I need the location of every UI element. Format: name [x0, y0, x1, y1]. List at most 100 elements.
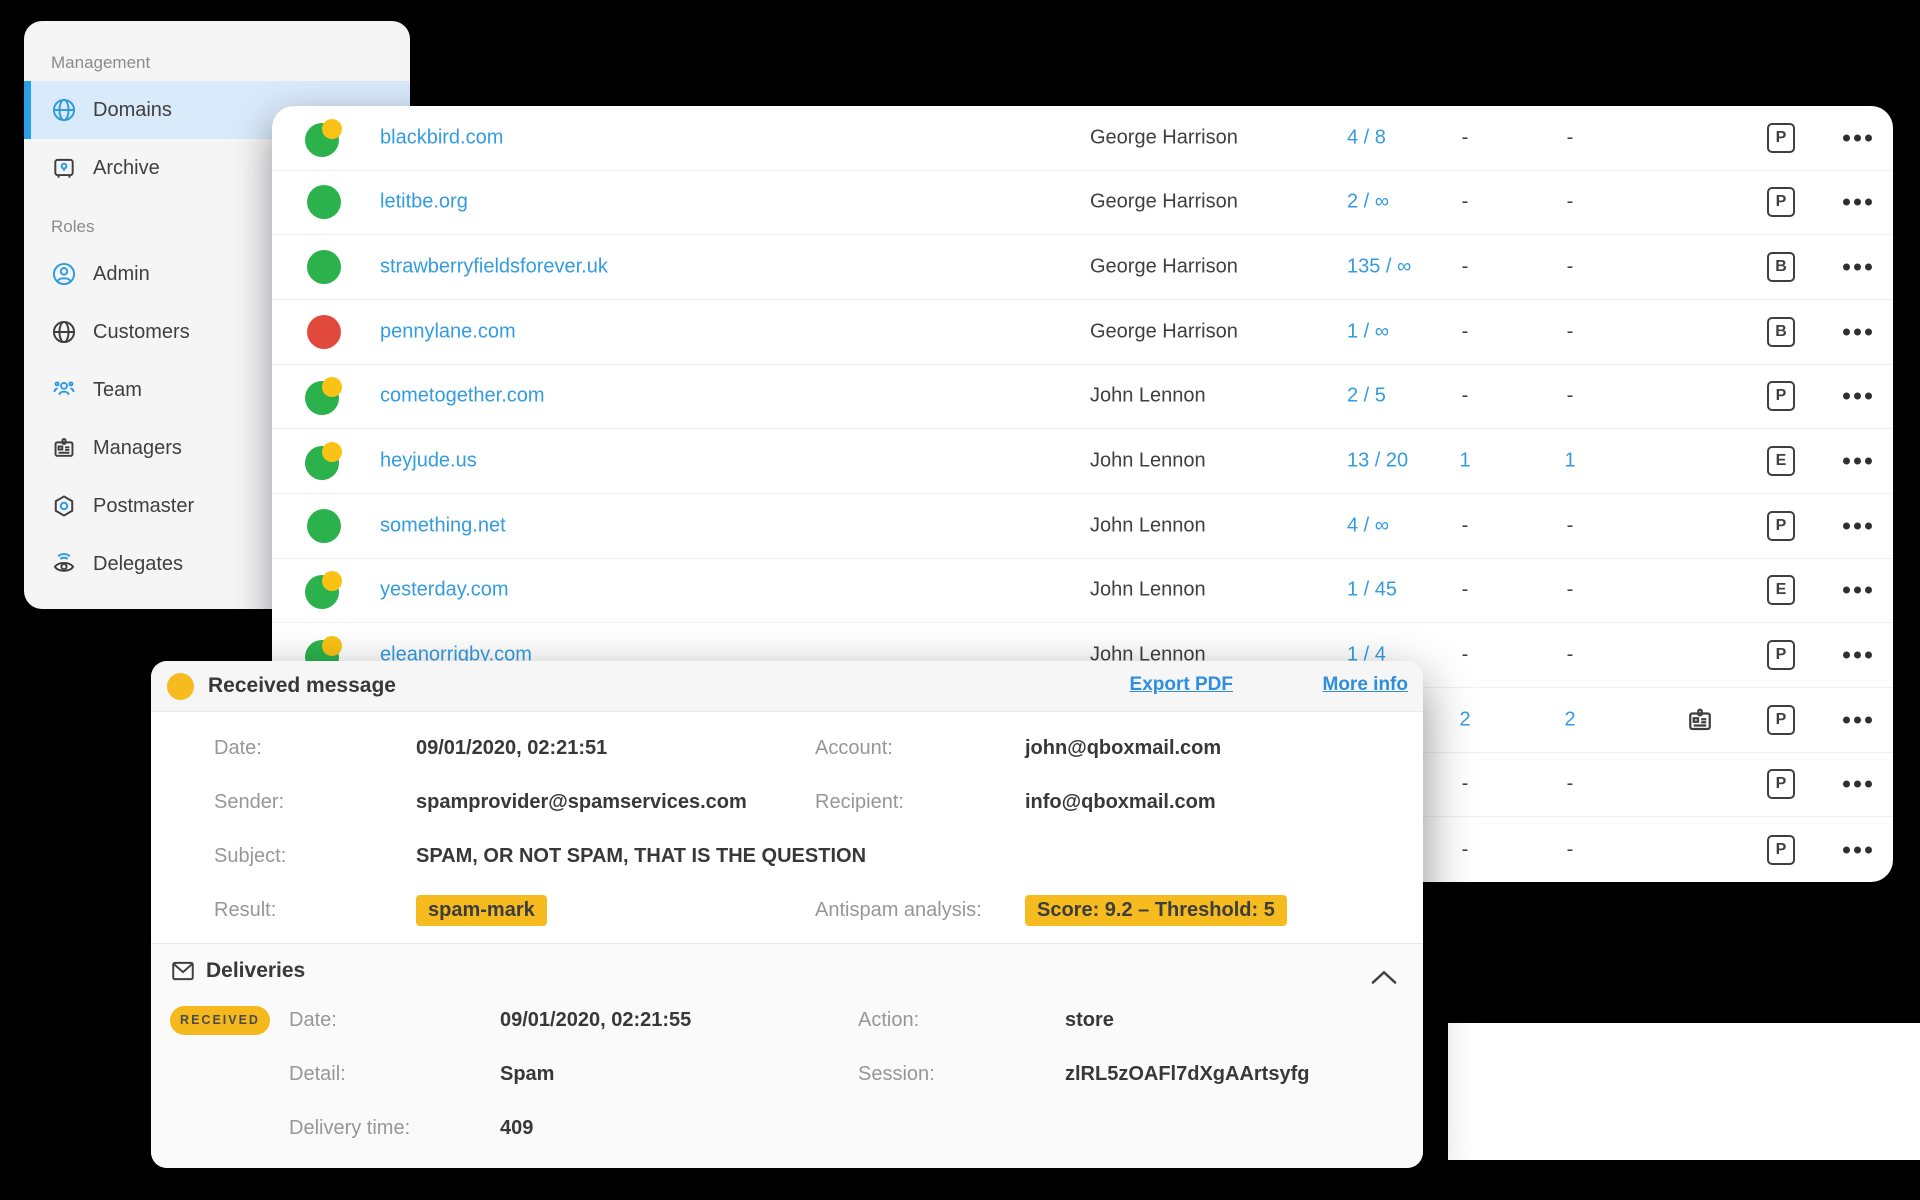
sidebar-item-label: Admin [93, 263, 150, 286]
row-menu-button[interactable] [1830, 264, 1884, 271]
delivery-label-2: Action: [858, 1009, 1065, 1032]
sidebar-item-label: Managers [93, 437, 182, 460]
count-column-2: - [1530, 644, 1610, 667]
chevron-up-icon[interactable] [1371, 964, 1397, 990]
plan-badge: B [1767, 252, 1795, 282]
count-column-1: - [1425, 773, 1505, 796]
count-column-2[interactable]: 2 [1530, 708, 1610, 731]
usage-count-link[interactable]: 135 / ∞ [1347, 256, 1411, 279]
row-menu-button[interactable] [1830, 458, 1884, 465]
count-column-1: - [1425, 644, 1505, 667]
row-menu-button[interactable] [1830, 716, 1884, 723]
domain-link[interactable]: cometogether.com [380, 385, 545, 408]
count-column-2: - [1530, 256, 1610, 279]
delivery-value-1: Spam [500, 1063, 858, 1086]
plan-badge: P [1767, 705, 1795, 735]
table-row: something.net John Lennon 4 / ∞ - - P [272, 494, 1893, 559]
delivery-label-1: Date: [289, 1009, 500, 1032]
sender-label: Sender: [214, 791, 416, 814]
domain-status-icon [305, 313, 343, 351]
row-menu-button[interactable] [1830, 652, 1884, 659]
row-menu-button[interactable] [1830, 587, 1884, 594]
count-column-1[interactable]: 1 [1425, 450, 1505, 473]
domain-link[interactable]: yesterday.com [380, 579, 509, 602]
domain-status-icon [305, 571, 343, 609]
domain-link[interactable]: blackbird.com [380, 126, 503, 149]
result-label: Result: [214, 899, 416, 922]
domain-link[interactable]: pennylane.com [380, 320, 516, 343]
count-column-1: - [1425, 579, 1505, 602]
postmaster-icon [51, 493, 77, 519]
count-column-2: - [1530, 385, 1610, 408]
subject-label: Subject: [214, 845, 416, 868]
row-menu-button[interactable] [1830, 781, 1884, 788]
sender-value: spamprovider@spamservices.com [416, 791, 815, 814]
domain-link[interactable]: something.net [380, 514, 506, 537]
antispam-label: Antispam analysis: [815, 899, 1025, 922]
domain-status-icon [305, 183, 343, 221]
count-column-1[interactable]: 2 [1425, 708, 1505, 731]
result-badge: spam-mark [416, 895, 547, 926]
delivery-value-2: store [1065, 1009, 1423, 1032]
row-menu-button[interactable] [1830, 328, 1884, 335]
account-label: Account: [815, 737, 1025, 760]
row-menu-button[interactable] [1830, 199, 1884, 206]
deliveries-section: Deliveries RECEIVED Date: 09/01/2020, 02… [151, 943, 1423, 1168]
recipient-label: Recipient: [815, 791, 1025, 814]
row-menu-button[interactable] [1830, 522, 1884, 529]
row-menu-button[interactable] [1830, 393, 1884, 400]
count-column-2: - [1530, 579, 1610, 602]
received-status-badge: RECEIVED [170, 1006, 270, 1035]
owner-name: George Harrison [1090, 191, 1238, 214]
domain-status-icon [305, 119, 343, 157]
owner-name: John Lennon [1090, 514, 1206, 537]
sidebar-section-label: Management [24, 45, 410, 81]
app-background: Management Domains Archive Roles Admin C… [0, 0, 1920, 1200]
table-row: letitbe.org George Harrison 2 / ∞ - - P [272, 171, 1893, 236]
usage-count-link[interactable]: 4 / ∞ [1347, 514, 1389, 537]
domain-status-icon [305, 248, 343, 286]
usage-count-link[interactable]: 13 / 20 [1347, 450, 1408, 473]
idcard-icon [51, 435, 77, 461]
domain-status-icon [305, 442, 343, 480]
more-info-link[interactable]: More info [1323, 674, 1409, 696]
idcard-icon [1674, 705, 1726, 735]
count-column-2: - [1530, 838, 1610, 861]
plan-badge: P [1767, 835, 1795, 865]
usage-count-link[interactable]: 1 / ∞ [1347, 320, 1389, 343]
domain-link[interactable]: letitbe.org [380, 191, 468, 214]
count-column-1: - [1425, 320, 1505, 343]
delivery-value-1: 09/01/2020, 02:21:55 [500, 1009, 858, 1032]
row-menu-button[interactable] [1830, 134, 1884, 141]
delivery-value-1: 409 [500, 1117, 858, 1140]
archive-icon [51, 155, 77, 181]
date-label: Date: [214, 737, 416, 760]
domain-link[interactable]: strawberryfieldsforever.uk [380, 256, 608, 279]
delivery-label-1: Detail: [289, 1063, 500, 1086]
owner-name: George Harrison [1090, 320, 1238, 343]
sidebar-item-label: Delegates [93, 553, 183, 576]
usage-count-link[interactable]: 4 / 8 [1347, 126, 1386, 149]
owner-name: John Lennon [1090, 450, 1206, 473]
usage-count-link[interactable]: 1 / 45 [1347, 579, 1397, 602]
usage-count-link[interactable]: 2 / 5 [1347, 385, 1386, 408]
plan-badge: P [1767, 769, 1795, 799]
sidebar-item-label: Archive [93, 157, 160, 180]
background-card [1448, 1023, 1920, 1160]
count-column-2[interactable]: 1 [1530, 450, 1610, 473]
row-menu-button[interactable] [1830, 846, 1884, 853]
table-row: strawberryfieldsforever.uk George Harris… [272, 235, 1893, 300]
domain-status-icon [305, 377, 343, 415]
export-pdf-link[interactable]: Export PDF [1130, 674, 1233, 696]
delivery-label-1: Delivery time: [289, 1117, 500, 1140]
plan-badge: E [1767, 446, 1795, 476]
domain-link[interactable]: heyjude.us [380, 450, 477, 473]
count-column-1: - [1425, 191, 1505, 214]
account-value: john@qboxmail.com [1025, 737, 1423, 760]
plan-badge: P [1767, 123, 1795, 153]
sidebar-item-label: Team [93, 379, 142, 402]
count-column-2: - [1530, 126, 1610, 149]
globe-icon [51, 319, 77, 345]
usage-count-link[interactable]: 2 / ∞ [1347, 191, 1389, 214]
delivery-value-2: zlRL5zOAFl7dXgAArtsyfg [1065, 1063, 1423, 1086]
